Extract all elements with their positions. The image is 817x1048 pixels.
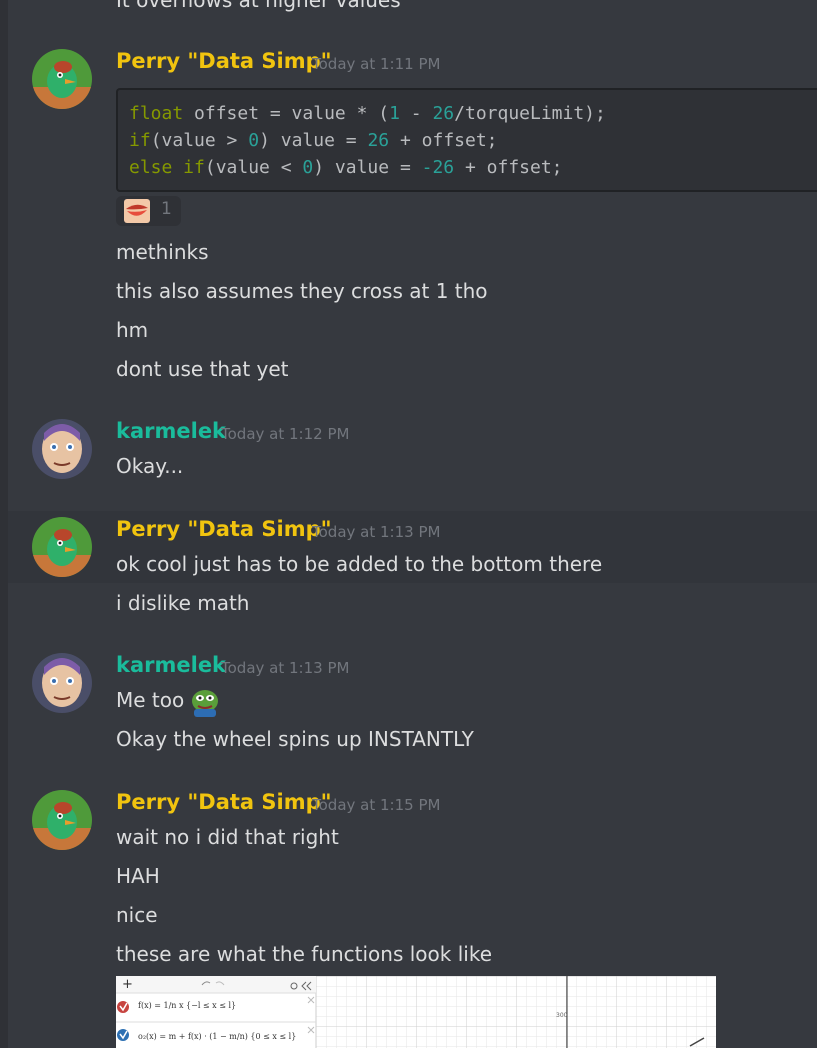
message-text: Okay... (116, 454, 184, 478)
message-timestamp: Today at 1:13 PM (221, 659, 350, 677)
avatar-perry[interactable] (32, 49, 92, 109)
avatar-perry[interactable] (32, 517, 92, 577)
graph-expression-2: o₂(x) = m + f(x) · (1 − m/n) {0 ≤ x ≤ l} (138, 1032, 297, 1041)
lips-emoji-icon (124, 199, 150, 227)
message-text: methinks (116, 240, 209, 264)
attached-image[interactable]: + f(x) = 1/n x {−l ≤ x ≤ l} o₂(x) = m + … (116, 976, 716, 1048)
graph-axis-tick: 300 (556, 1012, 568, 1019)
message-text: hm (116, 318, 149, 342)
avatar-karmelek[interactable] (32, 653, 92, 713)
message-timestamp: Today at 1:13 PM (312, 523, 441, 541)
message-author[interactable]: karmelek (116, 419, 226, 443)
message-author[interactable]: Perry "Data Simp" (116, 517, 332, 541)
add-expression-button[interactable]: + (122, 977, 133, 992)
reaction-button[interactable]: 1 (116, 196, 181, 226)
message-author[interactable]: karmelek (116, 653, 226, 677)
reaction-count: 1 (161, 199, 172, 219)
message-text: this also assumes they cross at 1 tho (116, 279, 488, 303)
clipped-message-text: It overflows at higher values (116, 0, 401, 12)
message-timestamp: Today at 1:12 PM (221, 425, 350, 443)
channel-gutter (0, 0, 8, 1048)
message-text: Okay the wheel spins up INSTANTLY (116, 727, 474, 751)
message-author[interactable]: Perry "Data Simp" (116, 790, 332, 814)
message-author[interactable]: Perry "Data Simp" (116, 49, 332, 73)
pepe-emoji-icon (188, 687, 224, 717)
message-text: Me too (116, 686, 224, 717)
message-timestamp: Today at 1:11 PM (312, 55, 441, 73)
message-text: i dislike math (116, 591, 250, 615)
message-text: nice (116, 903, 158, 927)
graph-expression-1: f(x) = 1/n x {−l ≤ x ≤ l} (138, 1001, 237, 1010)
avatar-karmelek[interactable] (32, 419, 92, 479)
code-block: float offset = value * (1 - 26/torqueLim… (116, 88, 817, 192)
code-line-3: else if(value < 0) value = -26 + offset; (129, 157, 563, 178)
message-timestamp: Today at 1:15 PM (312, 796, 441, 814)
message-text: these are what the functions look like (116, 942, 493, 966)
avatar-perry[interactable] (32, 790, 92, 850)
code-line-2: if(value > 0) value = 26 + offset; (129, 130, 498, 151)
message-text: HAH (116, 864, 160, 888)
message-text: ok cool just has to be added to the bott… (116, 552, 603, 576)
message-text: dont use that yet (116, 357, 289, 381)
message-text: wait no i did that right (116, 825, 339, 849)
code-line-1: float offset = value * (1 - 26/torqueLim… (129, 103, 606, 124)
